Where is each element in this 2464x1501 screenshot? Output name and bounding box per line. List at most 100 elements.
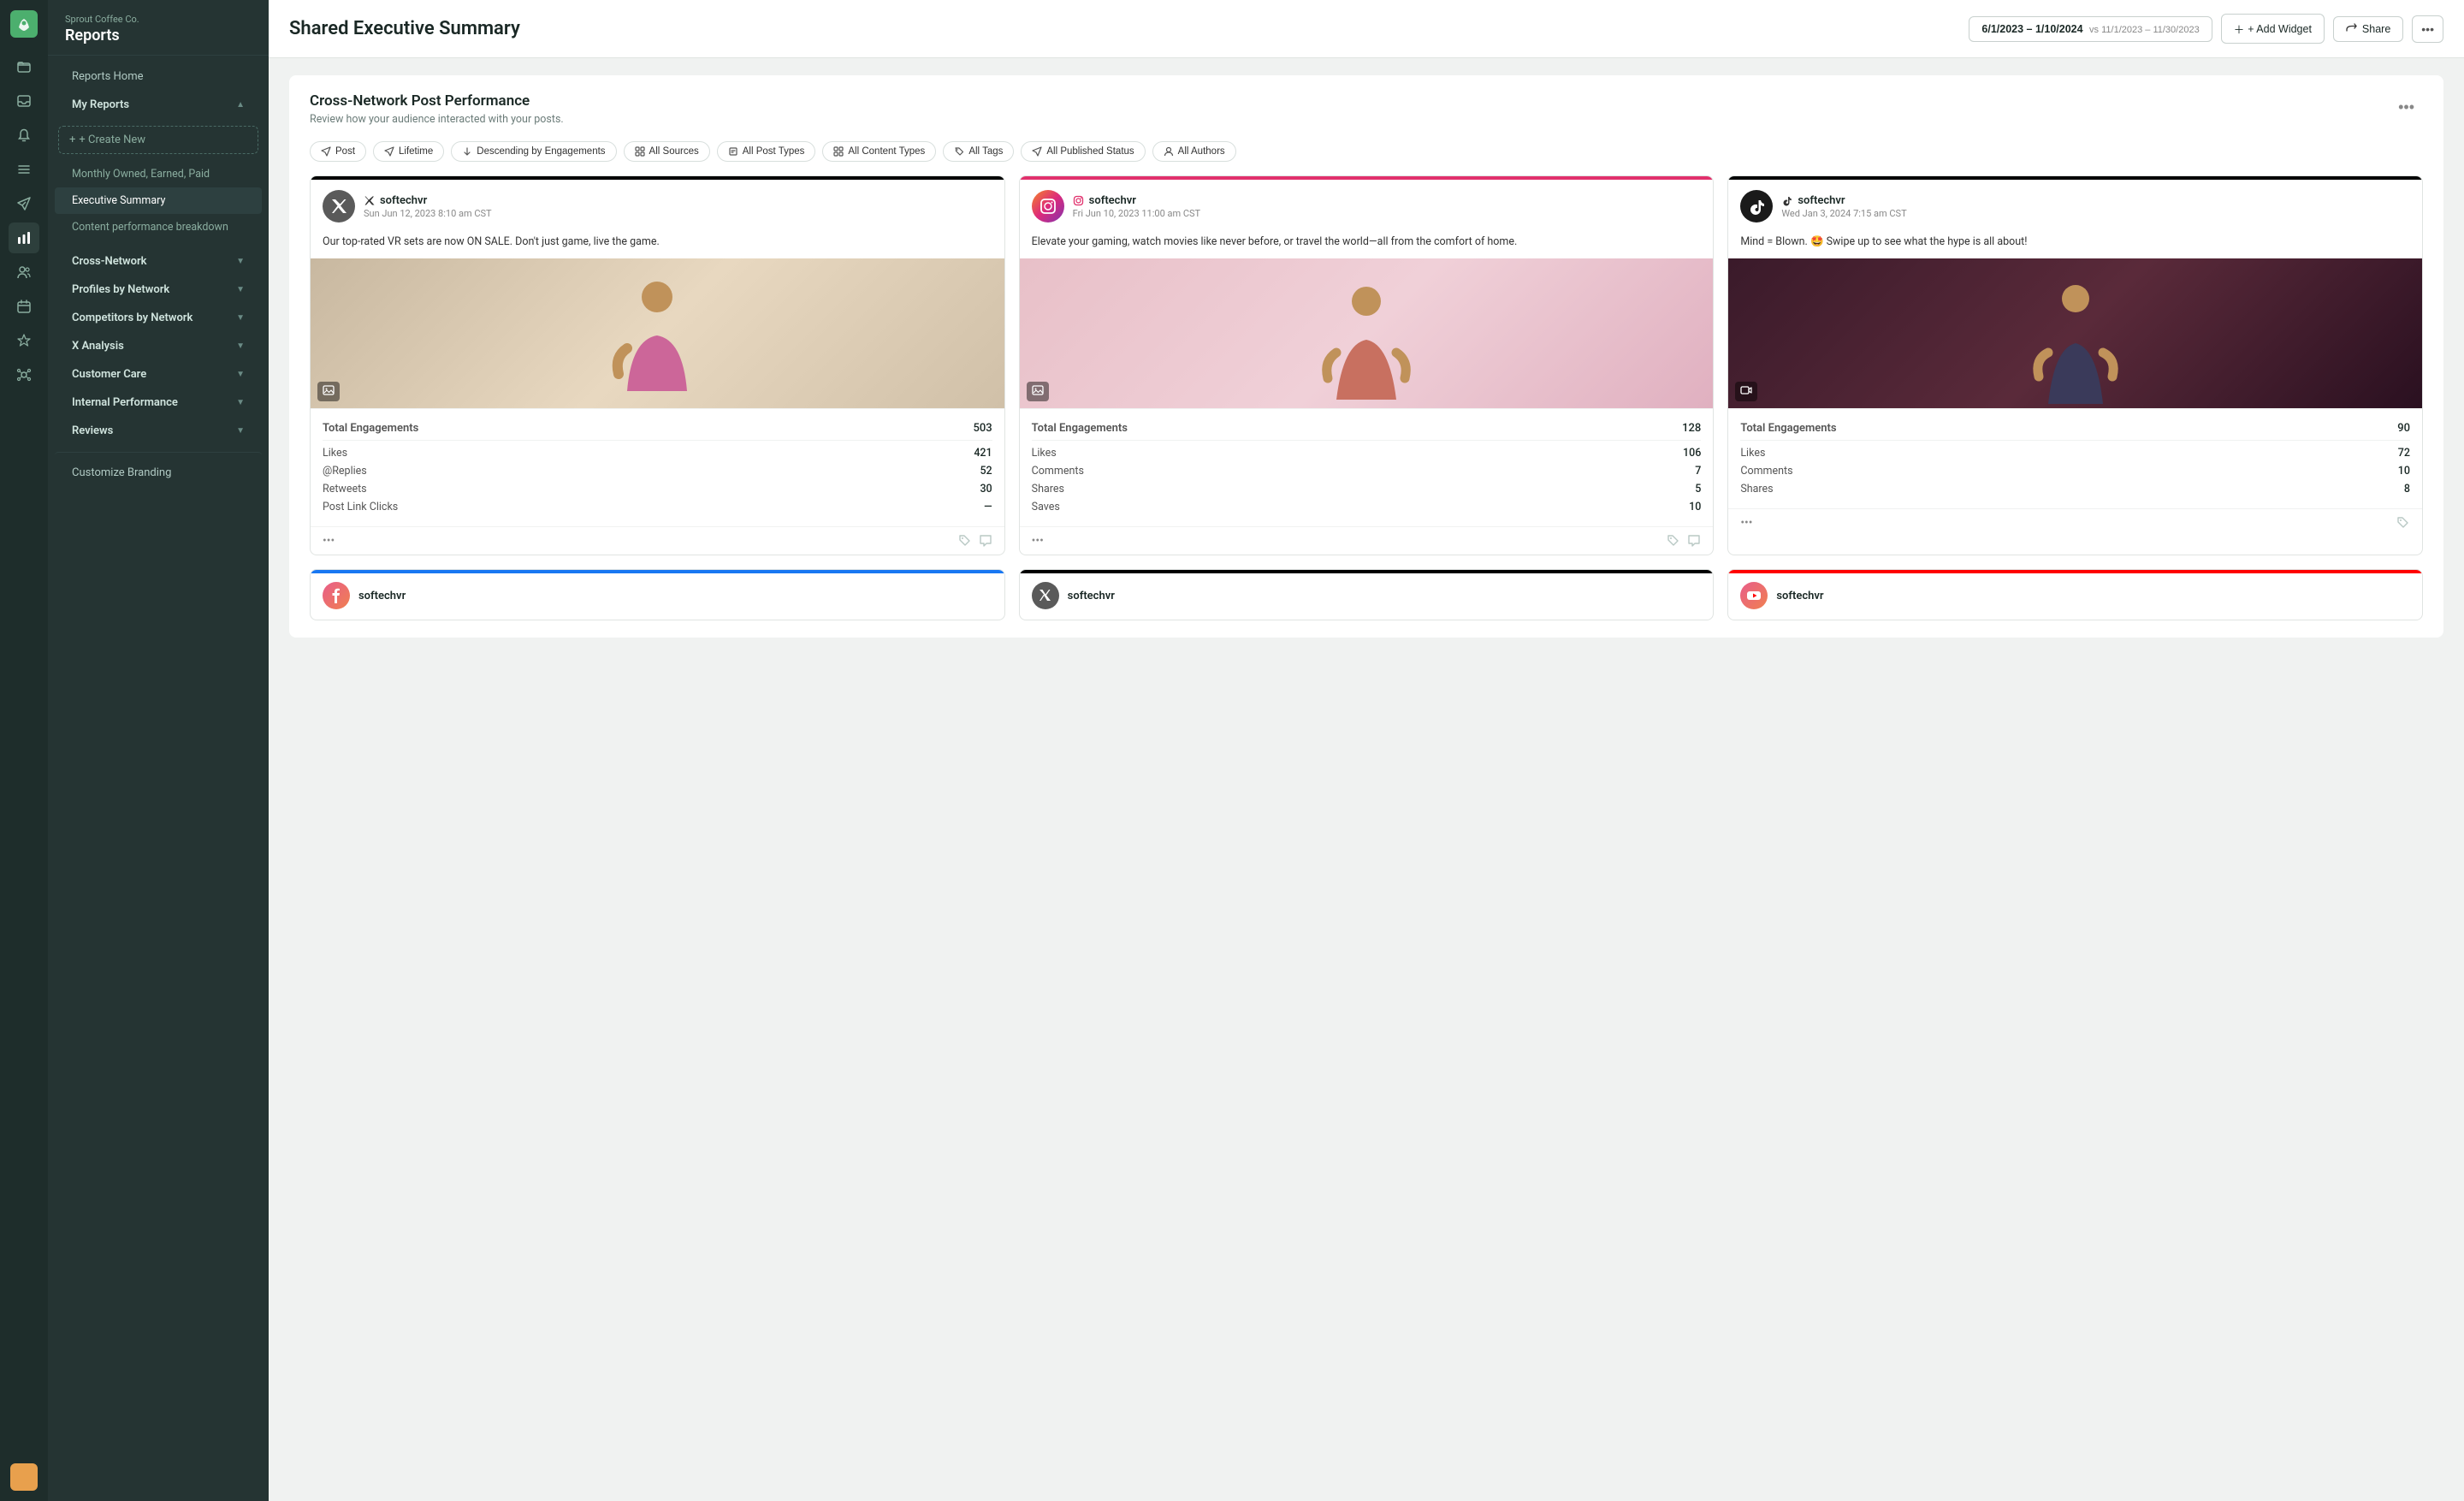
post-image-2 bbox=[1020, 258, 1714, 408]
post-more-button-2[interactable]: ••• bbox=[1032, 534, 1044, 548]
section-more-button[interactable]: ••• bbox=[2390, 92, 2423, 122]
post-meta-3: softechvr Wed Jan 3, 2024 7:15 am CST bbox=[1781, 194, 2410, 219]
date-range-button[interactable]: 6/1/2023 – 1/10/2024 vs 11/1/2023 – 11/3… bbox=[1969, 16, 2212, 42]
post-stats-2: Total Engagements 128 Likes 106 Comments… bbox=[1020, 408, 1714, 526]
post-avatar-1 bbox=[323, 190, 355, 222]
post-text-1: Our top-rated VR sets are now ON SALE. D… bbox=[311, 229, 1004, 258]
sidebar-item-customize-branding[interactable]: Customize Branding bbox=[55, 452, 262, 487]
tiktok-logo bbox=[1747, 197, 1766, 216]
tw-logo-bottom bbox=[1038, 588, 1053, 603]
chevron-down-icon-2: ▼ bbox=[236, 313, 245, 323]
total-engagements-row-3: Total Engagements 90 bbox=[1740, 419, 2410, 441]
filter-post[interactable]: Post bbox=[310, 141, 366, 162]
post-performance-section: Cross-Network Post Performance Review ho… bbox=[289, 75, 2443, 638]
chevron-down-icon-4: ▼ bbox=[236, 370, 245, 379]
section-card-subtitle: Review how your audience interacted with… bbox=[310, 113, 564, 126]
main-header: Shared Executive Summary 6/1/2023 – 1/10… bbox=[269, 0, 2464, 58]
tags-icon bbox=[954, 146, 964, 157]
calendar-icon[interactable] bbox=[9, 291, 39, 322]
filter-all-post-types[interactable]: All Post Types bbox=[717, 141, 816, 162]
post-more-button-3[interactable]: ••• bbox=[1740, 516, 1752, 530]
star-icon[interactable] bbox=[9, 325, 39, 356]
post-image-1 bbox=[311, 258, 1004, 408]
folder-icon[interactable] bbox=[9, 51, 39, 82]
filter-published-status[interactable]: All Published Status bbox=[1021, 141, 1145, 162]
filter-all-authors[interactable]: All Authors bbox=[1152, 141, 1236, 162]
filter-all-sources[interactable]: All Sources bbox=[624, 141, 710, 162]
send-icon[interactable] bbox=[9, 188, 39, 219]
chart-icon[interactable] bbox=[9, 222, 39, 253]
sidebar-item-monthly[interactable]: Monthly Owned, Earned, Paid bbox=[48, 161, 269, 187]
user-avatar[interactable] bbox=[10, 1463, 38, 1491]
bell-icon[interactable] bbox=[9, 120, 39, 151]
bottom-username-fb: softechvr bbox=[358, 590, 406, 602]
sidebar-item-cross-network[interactable]: Cross-Network ▼ bbox=[55, 247, 262, 276]
sidebar-item-executive-summary[interactable]: Executive Summary bbox=[55, 187, 262, 214]
tag-button-3[interactable] bbox=[2396, 516, 2410, 530]
post-types-icon bbox=[728, 146, 738, 157]
sidebar-item-internal-performance[interactable]: Internal Performance ▼ bbox=[55, 389, 262, 417]
bottom-username-yt: softechvr bbox=[1776, 590, 1823, 602]
sidebar-item-my-reports[interactable]: My Reports ▲ bbox=[55, 91, 262, 119]
share-button[interactable]: Share bbox=[2333, 16, 2403, 42]
stat-row-retweets-1: Retweets 30 bbox=[323, 480, 992, 498]
post-more-button-1[interactable]: ••• bbox=[323, 534, 335, 548]
post-card-header-3: softechvr Wed Jan 3, 2024 7:15 am CST bbox=[1728, 180, 2422, 229]
post-text-2: Elevate your gaming, watch movies like n… bbox=[1020, 229, 1714, 258]
person-figure-3 bbox=[2024, 280, 2127, 404]
comment-button-1[interactable] bbox=[979, 534, 992, 548]
bottom-username-tw: softechvr bbox=[1068, 590, 1115, 602]
app-logo[interactable] bbox=[10, 10, 38, 38]
image-type-icon-1 bbox=[317, 382, 340, 401]
add-widget-button[interactable]: ＋ + Add Widget bbox=[2221, 14, 2325, 44]
tiktok-network-icon bbox=[1781, 195, 1792, 206]
sidebar-item-reviews[interactable]: Reviews ▼ bbox=[55, 417, 262, 445]
inbox-icon[interactable] bbox=[9, 86, 39, 116]
post-card-footer-3: ••• bbox=[1728, 508, 2422, 537]
create-new-button[interactable]: + + Create New bbox=[58, 126, 258, 154]
post-avatar-3 bbox=[1740, 190, 1773, 222]
plus-icon: + bbox=[69, 133, 75, 146]
chevron-up-icon: ▲ bbox=[236, 100, 245, 110]
sidebar-item-customer-care[interactable]: Customer Care ▼ bbox=[55, 360, 262, 389]
chevron-down-icon-3: ▼ bbox=[236, 341, 245, 351]
filter-all-content-types[interactable]: All Content Types bbox=[822, 141, 936, 162]
tag-button-1[interactable] bbox=[958, 534, 972, 548]
plus-icon: ＋ bbox=[2234, 21, 2245, 37]
date-range-vs: vs 11/1/2023 – 11/30/2023 bbox=[2089, 25, 2200, 35]
sidebar-item-reports-home[interactable]: Reports Home bbox=[55, 62, 262, 91]
sidebar: Sprout Coffee Co. Reports Reports Home M… bbox=[48, 0, 269, 1501]
sources-icon bbox=[635, 146, 645, 157]
icon-rail bbox=[0, 0, 48, 1501]
filter-all-tags[interactable]: All Tags bbox=[943, 141, 1014, 162]
post-time-3: Wed Jan 3, 2024 7:15 am CST bbox=[1781, 208, 2410, 219]
post-card-header-2: softechvr Fri Jun 10, 2023 11:00 am CST bbox=[1020, 180, 1714, 229]
bottom-card-twitter: softechvr bbox=[1019, 569, 1715, 620]
sidebar-nav: Reports Home My Reports ▲ + + Create New… bbox=[48, 56, 269, 1501]
total-engagements-row-2: Total Engagements 128 bbox=[1032, 419, 1702, 441]
image-icon bbox=[323, 384, 335, 396]
more-options-button[interactable]: ••• bbox=[2412, 15, 2443, 43]
network-icon[interactable] bbox=[9, 359, 39, 390]
sidebar-item-x-analysis[interactable]: X Analysis ▼ bbox=[55, 332, 262, 360]
person-figure bbox=[597, 271, 717, 391]
filter-descending[interactable]: Descending by Engagements bbox=[451, 141, 616, 162]
comment-button-2[interactable] bbox=[1687, 534, 1701, 548]
list-icon[interactable] bbox=[9, 154, 39, 185]
twitter-x-logo bbox=[329, 197, 348, 216]
sidebar-item-content-perf[interactable]: Content performance breakdown bbox=[48, 214, 269, 240]
post-meta-1: softechvr Sun Jun 12, 2023 8:10 am CST bbox=[364, 194, 992, 219]
filter-lifetime[interactable]: Lifetime bbox=[373, 141, 444, 162]
bottom-card-youtube: softechvr bbox=[1727, 569, 2423, 620]
stat-row-replies-1: @Replies 52 bbox=[323, 462, 992, 480]
sidebar-header: Sprout Coffee Co. Reports bbox=[48, 0, 269, 56]
sidebar-item-competitors-by-network[interactable]: Competitors by Network ▼ bbox=[55, 304, 262, 332]
sidebar-item-profiles-by-network[interactable]: Profiles by Network ▼ bbox=[55, 276, 262, 304]
published-icon bbox=[1032, 146, 1042, 157]
people-icon[interactable] bbox=[9, 257, 39, 288]
tag-button-2[interactable] bbox=[1667, 534, 1680, 548]
post-card-2: softechvr Fri Jun 10, 2023 11:00 am CST … bbox=[1019, 175, 1715, 555]
chevron-down-icon-0: ▼ bbox=[236, 257, 245, 266]
post-avatar-2 bbox=[1032, 190, 1064, 222]
post-time-1: Sun Jun 12, 2023 8:10 am CST bbox=[364, 208, 992, 219]
